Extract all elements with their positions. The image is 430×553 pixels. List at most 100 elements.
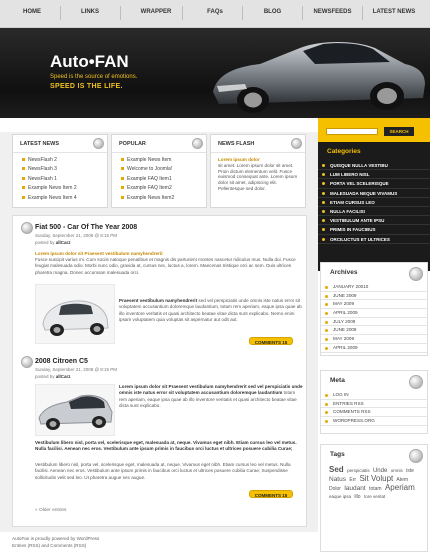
site-logo[interactable]: Auto•FAN	[50, 52, 129, 72]
sports-car-image	[213, 42, 425, 113]
category-item[interactable]: QUISQUE NULLA VESTIBU	[318, 161, 430, 171]
clock-icon	[409, 267, 423, 281]
nav-blog[interactable]: BLOG	[250, 9, 295, 15]
post-icon	[21, 222, 33, 234]
author-link[interactable]: allCarz	[56, 240, 71, 245]
tag-link[interactable]: eaque ipsa	[329, 494, 351, 499]
tag-link[interactable]: Err	[349, 477, 356, 483]
archive-item[interactable]: JUNE 2009	[321, 292, 427, 301]
author-link[interactable]: allCarz	[56, 374, 71, 379]
footer-credit: AutoFan is proudly powered by WordPress	[12, 536, 100, 541]
category-item[interactable]: VESTIBULUM ANTE IPSU	[318, 216, 430, 226]
tag-link[interactable]: laudant	[344, 485, 365, 492]
list-item[interactable]: NewsFlash 2	[22, 157, 107, 163]
news-flash-body: sit amet. Lorem ipsum dolor sit amet. Pr…	[218, 162, 298, 191]
news-flash-text: Lorem ipsum dolor sit amet. Lorem ipsum …	[211, 153, 305, 196]
meta-item[interactable]: LOG IN	[321, 391, 427, 400]
post-icon	[21, 356, 33, 368]
slogan: Speed is the source of emotions.	[50, 74, 138, 80]
post-title[interactable]: 2008 Citroen C5	[35, 358, 88, 365]
list-item[interactable]: Example FAQ Item1	[121, 176, 206, 182]
slogan-tagline: SPEED IS THE LIFE.	[50, 83, 123, 90]
tag-link[interactable]: Sed	[329, 465, 344, 474]
tag-cloud: Sed perspiciatis Unde omnis iste Natus E…	[321, 458, 427, 501]
list-item[interactable]: Welcome to Joomla!	[121, 166, 206, 172]
tag-link[interactable]: omnis	[391, 468, 403, 473]
nav-divider	[302, 6, 303, 20]
tag-link[interactable]: tore veritat	[364, 494, 385, 499]
nav-home[interactable]: HOME	[12, 9, 52, 15]
archive-item[interactable]: JULY 2009	[321, 318, 427, 327]
archive-item[interactable]: MAY 2009	[321, 335, 427, 344]
list-item[interactable]: Example News Item2	[121, 195, 206, 201]
category-item[interactable]: PORTA VEL SCELERISQUE	[318, 179, 430, 189]
nav-wrapper[interactable]: WRAPPER	[126, 9, 186, 15]
categories-list: QUISQUE NULLA VESTIBU LUM LIBERO NISL PO…	[318, 161, 430, 244]
post-date: Sunday, September 21, 2008 @ 8:15 PM	[35, 233, 118, 238]
nav-divider	[120, 6, 121, 20]
latest-news-list: NewsFlash 2 NewsFlash 3 NewsFlash 1 Exam…	[13, 153, 107, 201]
older-entries-link[interactable]: « Older entries	[35, 508, 66, 513]
category-item[interactable]: MALESUADA NEQUE VIVAMUS	[318, 189, 430, 198]
post-paragraph: Vestibulum libero nisl, porta vel, scele…	[35, 462, 291, 480]
nav-divider	[362, 6, 363, 20]
tag-link[interactable]: Sit Volupt	[359, 474, 393, 483]
globe-icon	[291, 138, 302, 149]
post-title[interactable]: Fiat 500 - Car Of The Year 2008	[35, 224, 137, 231]
archives-panel: Archives JANUARY 20010 JUNE 2009 MAY 200…	[320, 262, 428, 356]
post-author: posted by allCarz	[35, 240, 71, 245]
meta-item[interactable]: WORDPRESS.ORG	[321, 417, 427, 426]
gear-icon	[409, 375, 423, 389]
nav-divider	[242, 6, 243, 20]
tag-link[interactable]: totam	[369, 486, 382, 492]
tag-link[interactable]: iste	[406, 468, 414, 474]
categories-panel: Categories QUISQUE NULLA VESTIBU LUM LIB…	[318, 142, 430, 271]
archive-item[interactable]: APRIL 2009	[321, 309, 427, 318]
archive-item[interactable]: JANUARY 20010	[321, 283, 427, 292]
comments-button[interactable]: COMMENTS 15	[249, 337, 293, 345]
top-navigation: HOME LINKS WRAPPER FAQs BLOG NEWSFEEDS L…	[0, 0, 430, 28]
post-paragraph: Praesent vestibulum namyhendrerit sed ve…	[119, 298, 302, 322]
nav-faqs[interactable]: FAQs	[190, 9, 240, 15]
nav-latest-news[interactable]: LATEST NEWS	[364, 9, 424, 15]
archive-item[interactable]: APRIL 2009	[321, 344, 427, 353]
list-item[interactable]: Example News Item 4	[22, 195, 107, 201]
posts-panel: Fiat 500 - Car Of The Year 2008 Sunday, …	[12, 215, 307, 527]
tag-link[interactable]: Natus	[329, 476, 346, 483]
category-item[interactable]: ETIAM CURSUS LEO	[318, 198, 430, 207]
nav-links[interactable]: LINKS	[70, 9, 110, 15]
post-author: posted by allCarz	[35, 374, 71, 379]
category-item[interactable]: PRIMIS IN FAUCIBUS	[318, 225, 430, 235]
archive-item[interactable]: MAY 2009	[321, 300, 427, 310]
list-item[interactable]: NewsFlash 3	[22, 166, 107, 172]
list-item[interactable]: NewsFlash 1	[22, 176, 107, 182]
tag-icon	[409, 449, 423, 463]
fiat-500-image	[35, 284, 115, 344]
tag-link[interactable]: Aperiam	[385, 483, 415, 492]
archive-item[interactable]: JUNE 2009	[321, 326, 427, 336]
comments-button[interactable]: COMMENTS 15	[249, 490, 293, 498]
post-paragraph: Fusce suscipit varius mi. Cum sociis nat…	[35, 257, 296, 275]
list-item[interactable]: Example News Item 2	[22, 185, 107, 191]
meta-item[interactable]: COMMENTS RSS	[321, 408, 427, 418]
tag-link[interactable]: Dolor	[329, 486, 341, 492]
tag-link[interactable]: perspiciatis	[347, 468, 370, 473]
categories-title: Categories	[327, 148, 361, 155]
archives-list: JANUARY 20010 JUNE 2009 MAY 2009 APRIL 2…	[321, 283, 427, 353]
category-item[interactable]: NULLA FACILISI	[318, 207, 430, 217]
category-item[interactable]: LUM LIBERO NISL	[318, 170, 430, 180]
tag-link[interactable]: illo	[354, 494, 360, 500]
meta-item[interactable]: ENTRIES RSS	[321, 400, 427, 409]
list-item[interactable]: Example News Item	[121, 157, 206, 163]
list-item[interactable]: Example FAQ Item2	[121, 185, 206, 191]
nav-newsfeeds[interactable]: NEWSFEEDS	[305, 9, 360, 15]
search-panel: SEARCH	[318, 118, 430, 142]
category-item[interactable]: ORCILUCTUS ET ULTRICES	[318, 235, 430, 244]
search-input[interactable]	[326, 128, 378, 135]
citroen-c5-image	[35, 384, 115, 436]
nav-divider	[60, 6, 61, 20]
post-strong-paragraph: Vestibulum libero nisl, porta vel, scele…	[35, 440, 297, 452]
post-paragraph: Lorem ipsum dolor sit Praesent vestibulu…	[119, 384, 303, 408]
latest-news-box: LATEST NEWS NewsFlash 2 NewsFlash 3 News…	[12, 134, 108, 208]
search-button[interactable]: SEARCH	[384, 127, 414, 136]
